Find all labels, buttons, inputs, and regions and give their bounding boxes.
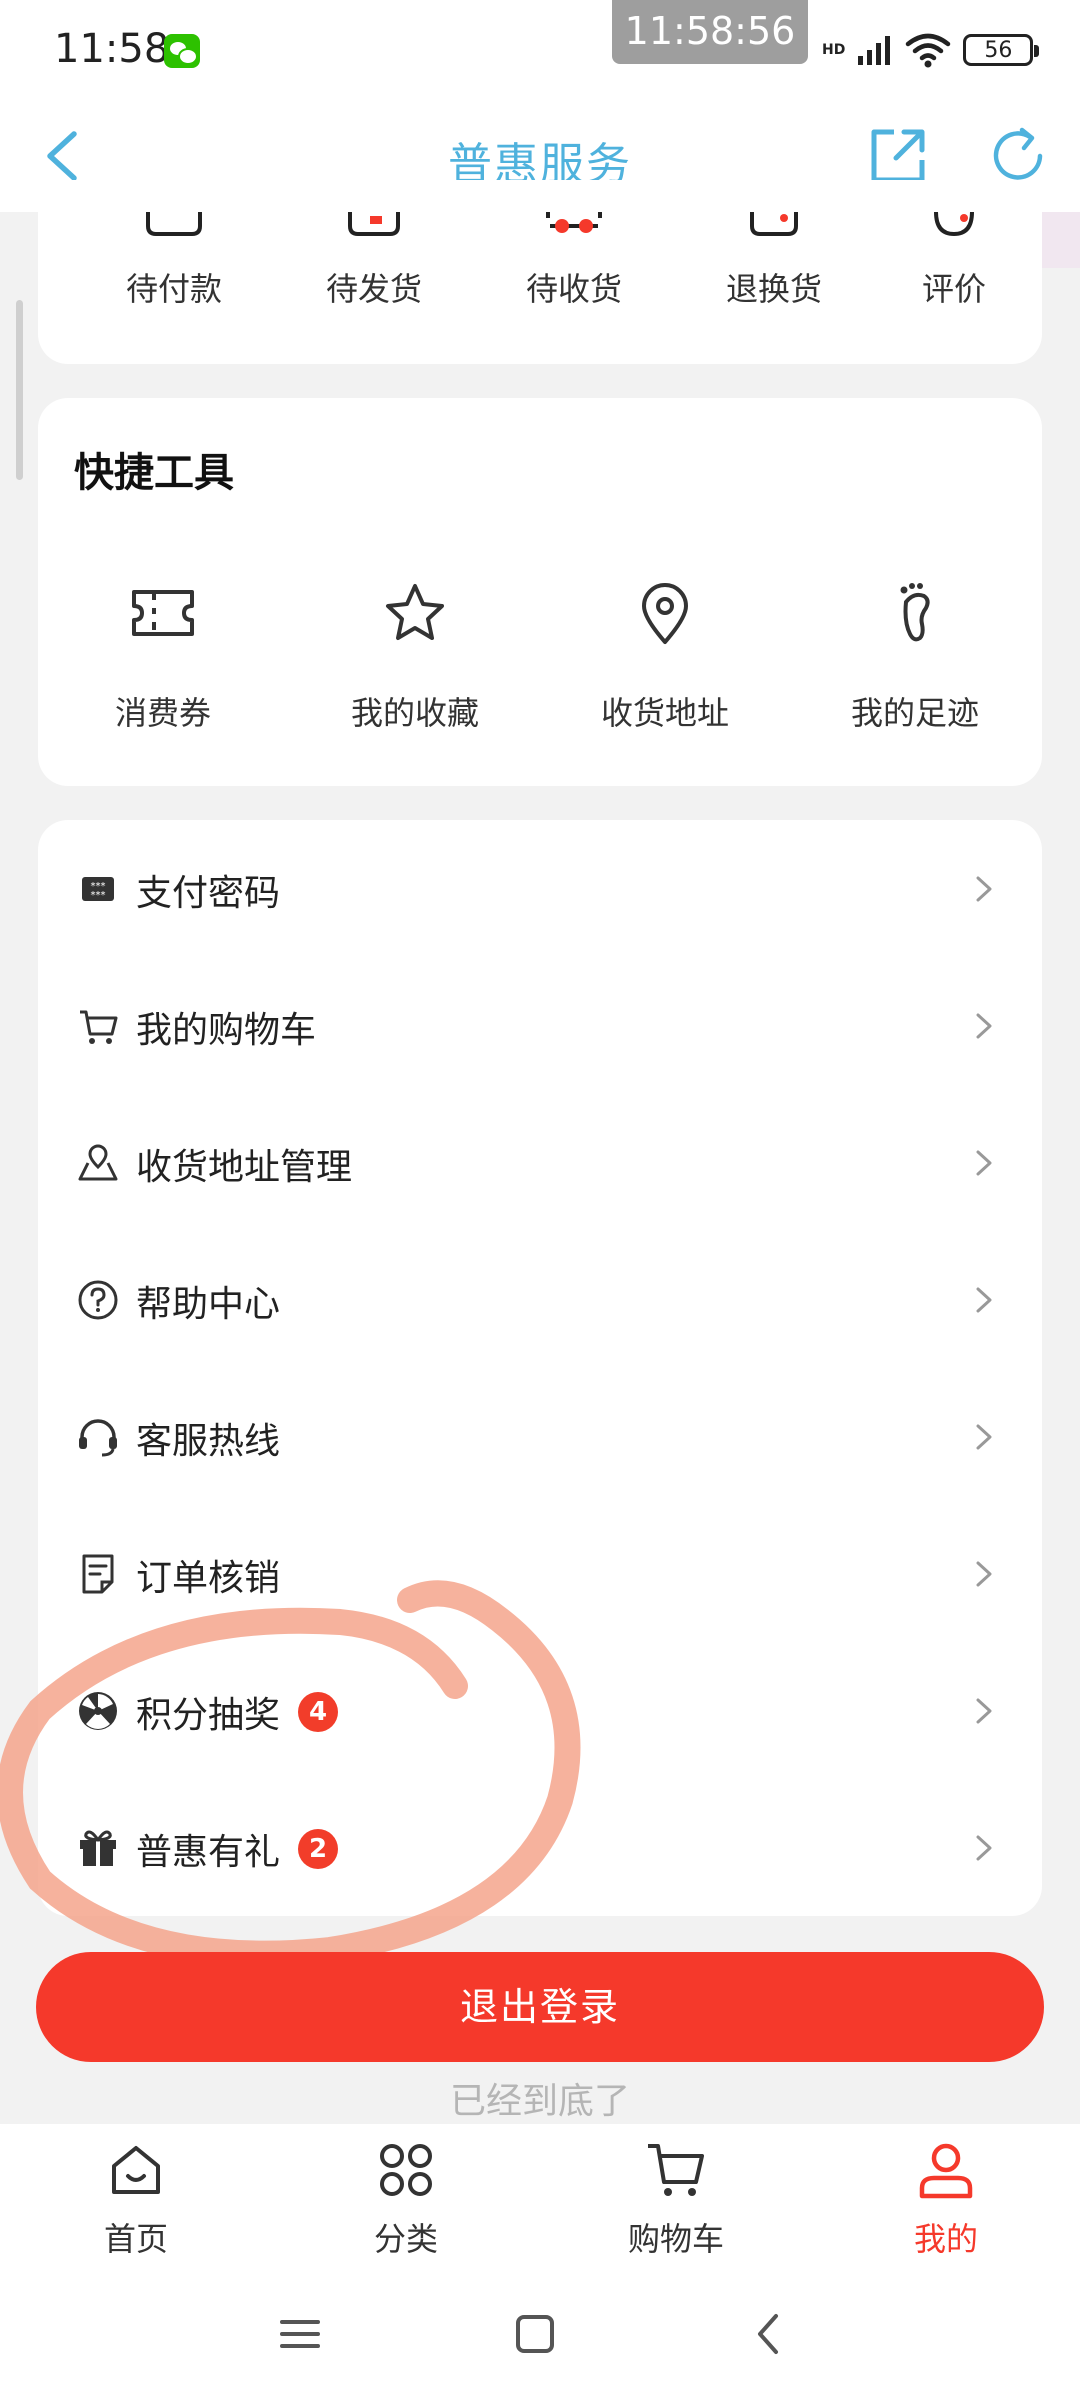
notification-badge: 2 <box>298 1829 338 1869</box>
menu-item-label: 订单核销 <box>136 1558 281 1599</box>
status-time: 11:58 <box>54 26 170 72</box>
end-of-list-hint: 已经到底了 <box>449 2081 630 2122</box>
order-pending-receipt[interactable]: 待收货 <box>474 180 674 364</box>
chevron-right-icon <box>976 1424 992 1450</box>
network-type-label: HD <box>822 42 846 58</box>
lottery-wheel-icon <box>79 1692 117 1730</box>
order-return-exchange[interactable]: 退换货 <box>674 180 874 364</box>
password-keypad-icon: *** *** <box>82 877 114 901</box>
tab-mine[interactable]: 我的 <box>846 2138 1046 2268</box>
tool-label: 收货地址 <box>600 694 729 732</box>
order-label: 退换货 <box>725 270 822 308</box>
menu-lines-icon[interactable] <box>270 2304 330 2364</box>
tool-label: 我的足迹 <box>850 694 979 732</box>
status-bar: 11:58 11:58:56 HD 56 <box>0 0 1080 100</box>
order-pending-payment[interactable]: 待付款 <box>74 180 274 364</box>
tool-coupon[interactable]: 消费券 <box>38 578 288 758</box>
section-title: 快捷工具 <box>74 450 234 496</box>
notification-badge: 4 <box>298 1692 338 1732</box>
order-label: 待付款 <box>125 270 222 308</box>
quick-tools-card: 快捷工具 消费券 我的收藏 收货地址 我的足迹 <box>38 398 1042 786</box>
gift-icon <box>80 1830 116 1866</box>
return-icon <box>750 212 798 236</box>
orders-card: 待付款 待发货 待收货 退换货 评价 <box>38 180 1042 364</box>
review-icon <box>934 212 974 237</box>
bottom-tab-bar: 首页 分类 购物车 我的 <box>0 2124 1080 2274</box>
order-label: 待发货 <box>325 270 422 308</box>
cart-icon <box>648 2144 704 2196</box>
tool-label: 消费券 <box>114 694 211 732</box>
tab-label: 分类 <box>373 2220 438 2258</box>
chevron-right-icon <box>976 1561 992 1587</box>
tool-label: 我的收藏 <box>350 694 479 732</box>
chevron-right-icon <box>976 1013 992 1039</box>
star-icon <box>386 584 444 640</box>
menu-item-cart[interactable]: 我的购物车 <box>38 957 1042 1094</box>
menu-item-help-center[interactable]: 帮助中心 <box>38 1231 1042 1368</box>
chevron-right-icon <box>976 1287 992 1313</box>
tool-favorites[interactable]: 我的收藏 <box>290 578 540 758</box>
menu-item-label: 支付密码 <box>136 873 281 914</box>
menu-item-label: 积分抽奖 <box>136 1695 281 1736</box>
chevron-right-icon <box>976 1698 992 1724</box>
menu-item-address-management[interactable]: 收货地址管理 <box>38 1094 1042 1231</box>
home-icon <box>112 2146 160 2194</box>
home-square-icon[interactable] <box>505 2304 565 2364</box>
chevron-right-icon <box>976 1150 992 1176</box>
tab-home[interactable]: 首页 <box>36 2138 236 2268</box>
category-icon <box>380 2144 432 2196</box>
menu-item-label: 我的购物车 <box>136 1010 317 1051</box>
menu-item-points-lottery[interactable]: 积分抽奖 4 <box>38 1642 1042 1779</box>
system-nav-bar <box>0 2274 1080 2400</box>
user-icon <box>919 2143 973 2199</box>
wifi-icon <box>906 33 951 68</box>
menu-item-label: 普惠有礼 <box>136 1832 281 1873</box>
back-icon[interactable] <box>740 2304 800 2364</box>
chevron-right-icon <box>976 1835 992 1861</box>
tab-label: 首页 <box>103 2220 168 2258</box>
order-review[interactable]: 评价 <box>854 180 1054 364</box>
tab-label: 购物车 <box>627 2220 724 2258</box>
order-check-icon <box>82 1554 114 1594</box>
status-icons: HD 56 <box>822 28 1040 72</box>
clock-overlay: 11:58:56 <box>612 0 808 64</box>
map-pin-icon <box>78 1144 118 1181</box>
menu-item-customer-hotline[interactable]: 客服热线 <box>38 1368 1042 1505</box>
menu-list-card: *** *** 支付密码 我的购物车 收货地址管理 帮助中心 客服热线 订单核销… <box>38 820 1042 1916</box>
order-pending-shipment[interactable]: 待发货 <box>274 180 474 364</box>
help-icon <box>78 1280 118 1320</box>
coupon-icon <box>132 590 194 636</box>
menu-item-order-verification[interactable]: 订单核销 <box>38 1505 1042 1642</box>
battery-indicator: 56 <box>963 34 1040 66</box>
cart-icon <box>80 1010 118 1044</box>
menu-item-gift[interactable]: 普惠有礼 2 <box>38 1779 1042 1916</box>
signal-icon <box>858 36 891 65</box>
wechat-notification-icon <box>164 34 200 68</box>
menu-item-label: 客服热线 <box>136 1421 281 1462</box>
share-external-icon[interactable] <box>866 124 930 188</box>
wallet-icon <box>146 212 202 236</box>
tool-address[interactable]: 收货地址 <box>540 578 790 758</box>
menu-item-label: 收货地址管理 <box>136 1147 353 1188</box>
tab-cart[interactable]: 购物车 <box>576 2138 776 2268</box>
menu-item-label: 帮助中心 <box>136 1284 281 1325</box>
refresh-icon[interactable] <box>986 124 1050 188</box>
tab-category[interactable]: 分类 <box>306 2138 506 2268</box>
footprint-icon <box>900 583 930 642</box>
tab-label: 我的 <box>913 2220 978 2258</box>
order-label: 待收货 <box>525 270 622 308</box>
chevron-right-icon <box>976 876 992 902</box>
order-label: 评价 <box>921 270 986 308</box>
logout-button[interactable]: 退出登录 <box>36 1952 1044 2062</box>
truck-icon <box>546 212 602 233</box>
svg-text:***: *** <box>91 890 106 901</box>
package-icon <box>348 212 400 236</box>
tool-footprints[interactable]: 我的足迹 <box>790 578 1040 758</box>
menu-item-payment-password[interactable]: *** *** 支付密码 <box>38 820 1042 957</box>
scroll-indicator <box>16 300 23 480</box>
headset-icon <box>79 1419 117 1457</box>
location-pin-icon <box>642 583 688 644</box>
